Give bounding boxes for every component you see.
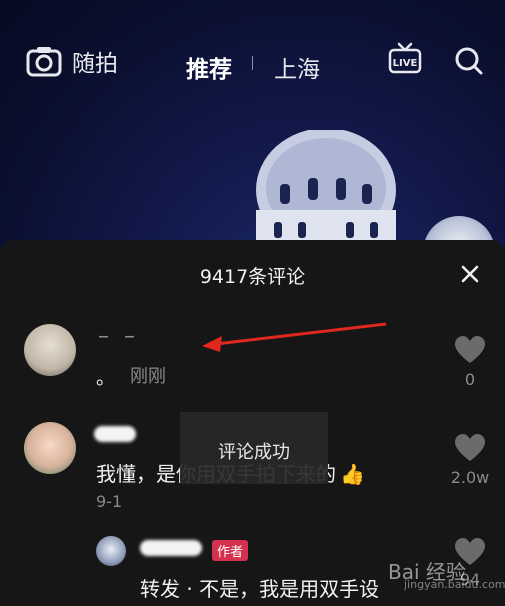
close-button[interactable] — [456, 260, 484, 288]
top-bar: 随拍 推荐 上海 LIVE — [0, 0, 505, 120]
comment-avatar[interactable] — [24, 324, 76, 376]
like-count: 0 — [464, 370, 476, 389]
comment-time: 刚刚 — [130, 366, 166, 387]
blurred-username — [140, 540, 202, 556]
tab-recommend[interactable]: 推荐 — [186, 50, 232, 84]
like-count: 2.0w — [450, 468, 490, 487]
search-icon — [455, 47, 483, 75]
like-button[interactable] — [454, 434, 486, 466]
watermark-sub: jingyan.baidu.com — [404, 578, 505, 591]
tab-divider — [252, 56, 253, 70]
heart-icon — [455, 336, 485, 363]
live-button[interactable]: LIVE — [388, 42, 422, 74]
red-arrow-annotation — [202, 322, 387, 352]
comment-avatar[interactable] — [24, 422, 76, 474]
heart-icon — [455, 434, 485, 461]
comment-username[interactable]: – – — [98, 324, 139, 349]
author-badge: 作者 — [212, 540, 249, 561]
toast-text: 评论成功 — [218, 442, 290, 463]
camera-button[interactable]: 随拍 — [26, 44, 118, 78]
camera-label: 随拍 — [72, 51, 118, 77]
like-button[interactable] — [454, 336, 486, 368]
live-tv-icon: LIVE — [388, 42, 422, 74]
close-icon — [461, 265, 479, 283]
reply-text: 转发 · 不是，我是用双手设 — [140, 577, 380, 601]
camera-icon — [26, 47, 62, 77]
toast: 评论成功 — [180, 412, 328, 484]
live-label: LIVE — [393, 58, 418, 69]
comments-title: 9417条评论 — [199, 266, 306, 288]
comment-text: 。 — [96, 367, 116, 389]
blurred-username — [94, 426, 136, 442]
reply-avatar[interactable] — [96, 536, 126, 566]
comments-sheet: 9417条评论 – – 。 刚刚 0 我懂，是你用双手拍下来的👍 9-1 2.0… — [0, 240, 505, 606]
thumbs-up-emoji-icon: 👍 — [340, 462, 365, 486]
search-button[interactable] — [454, 46, 484, 76]
tab-city[interactable]: 上海 — [274, 50, 320, 84]
comment-date: 9-1 — [96, 492, 123, 511]
